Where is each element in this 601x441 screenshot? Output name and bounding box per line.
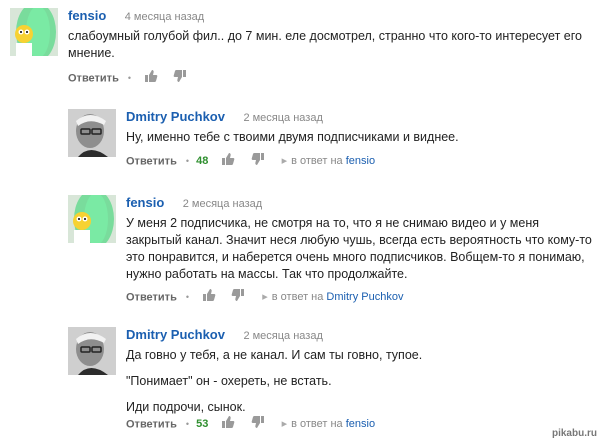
thumbs-down-icon[interactable] bbox=[173, 69, 187, 88]
separator-dot: • bbox=[185, 292, 190, 303]
comment-author[interactable]: Dmitry Puchkov bbox=[126, 327, 225, 342]
comment-paragraph: Да говно у тебя, а не канал. И сам ты го… bbox=[126, 348, 423, 362]
comment-author[interactable]: fensio bbox=[68, 8, 106, 23]
thumbs-up-icon[interactable] bbox=[221, 415, 235, 434]
separator-dot: • bbox=[185, 156, 190, 167]
reply-arrow-icon: ▸ bbox=[281, 155, 288, 168]
comment-3: fensio 2 месяца назад У меня 2 подписчик… bbox=[68, 195, 593, 307]
in-reply-target-link[interactable]: fensio bbox=[346, 418, 375, 430]
man-photo-avatar-icon[interactable] bbox=[68, 109, 116, 157]
comment-text: У меня 2 подписчика, не смотря на то, чт… bbox=[126, 215, 593, 283]
comment-paragraph: "Понимает" он - охереть, не встать. bbox=[126, 374, 332, 388]
separator-dot: • bbox=[127, 73, 132, 84]
comment-time[interactable]: 2 месяца назад bbox=[243, 330, 322, 342]
reply-button[interactable]: Ответить bbox=[126, 418, 177, 430]
thumbs-down-icon[interactable] bbox=[251, 415, 265, 434]
comment-actions: Ответить • ▸ в ответ на Dmitry Puchkov bbox=[126, 288, 403, 304]
comment-text: слабоумный голубой фил.. до 7 мин. еле д… bbox=[68, 28, 590, 62]
in-reply-target-link[interactable]: fensio bbox=[346, 155, 375, 167]
thumbs-up-icon[interactable] bbox=[221, 152, 235, 171]
thumbs-down-icon[interactable] bbox=[231, 288, 245, 307]
in-reply-to: ▸ в ответ на Dmitry Puchkov bbox=[262, 291, 403, 303]
comment-paragraph: Иди подрочи, сынок. bbox=[126, 400, 246, 414]
thumbs-down-icon[interactable] bbox=[251, 152, 265, 171]
separator-dot: • bbox=[185, 419, 190, 430]
comment-paragraph: слабоумный голубой фил.. до 7 мин. еле д… bbox=[68, 29, 582, 60]
in-reply-prefix: в ответ на bbox=[271, 291, 324, 304]
watermark: pikabu.ru bbox=[551, 428, 597, 439]
comment-2: Dmitry Puchkov 2 месяца назад Ну, именно… bbox=[68, 109, 593, 173]
thumbs-up-icon[interactable] bbox=[144, 69, 158, 88]
comment-1: fensio 4 месяца назад слабоумный голубой… bbox=[10, 8, 590, 92]
in-reply-target-link[interactable]: Dmitry Puchkov bbox=[326, 291, 403, 303]
in-reply-to: ▸ в ответ на fensio bbox=[282, 418, 376, 430]
comment-4: Dmitry Puchkov 2 месяца назад Да говно у… bbox=[68, 327, 593, 435]
thumbs-up-icon[interactable] bbox=[202, 288, 216, 307]
comment-actions: Ответить • bbox=[68, 69, 193, 85]
reply-button[interactable]: Ответить bbox=[126, 291, 177, 303]
comment-author[interactable]: fensio bbox=[126, 195, 164, 210]
in-reply-to: ▸ в ответ на fensio bbox=[282, 155, 376, 167]
comment-actions: Ответить • 53 ▸ в ответ на fensio bbox=[126, 415, 375, 431]
reply-button[interactable]: Ответить bbox=[126, 155, 177, 167]
comment-time[interactable]: 2 месяца назад bbox=[243, 112, 322, 124]
comment-actions: Ответить • 48 ▸ в ответ на fensio bbox=[126, 152, 375, 168]
comment-text: Да говно у тебя, а не канал. И сам ты го… bbox=[126, 347, 593, 416]
reply-arrow-icon: ▸ bbox=[262, 291, 268, 304]
comment-paragraph: У меня 2 подписчика, не смотря на то, чт… bbox=[126, 216, 592, 281]
comment-author[interactable]: Dmitry Puchkov bbox=[126, 109, 225, 124]
reply-button[interactable]: Ответить bbox=[68, 72, 119, 84]
simpson-avatar-icon[interactable] bbox=[68, 195, 116, 243]
likes-count: 53 bbox=[196, 418, 209, 431]
simpson-avatar-icon[interactable] bbox=[10, 8, 58, 56]
comment-paragraph: Ну, именно тебе с твоими двумя подписчик… bbox=[126, 130, 459, 144]
comment-time[interactable]: 4 месяца назад bbox=[125, 11, 204, 23]
reply-arrow-icon: ▸ bbox=[281, 418, 288, 431]
in-reply-prefix: в ответ на bbox=[291, 418, 343, 431]
in-reply-prefix: в ответ на bbox=[291, 155, 343, 168]
comment-time[interactable]: 2 месяца назад bbox=[183, 198, 262, 210]
man-photo-avatar-icon[interactable] bbox=[68, 327, 116, 375]
comment-text: Ну, именно тебе с твоими двумя подписчик… bbox=[126, 129, 593, 146]
likes-count: 48 bbox=[196, 155, 209, 168]
